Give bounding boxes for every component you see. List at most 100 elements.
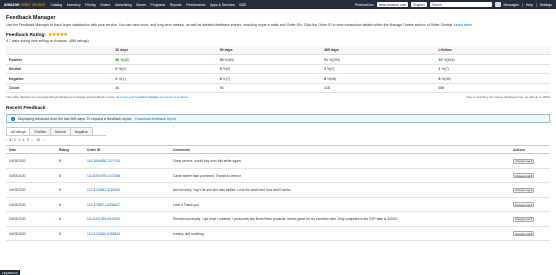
col-90-days: 90 days <box>216 46 322 56</box>
feedback-tab-button[interactable]: FEEDBACK <box>0 270 21 275</box>
rating-count: 40 <box>115 86 120 91</box>
rating-table-header: 30 days 90 days 365 days Lifetime <box>6 46 550 56</box>
rating-cell: 40 <box>112 83 217 94</box>
tab-negative[interactable]: Negative <box>69 127 93 136</box>
language-select[interactable]: English <box>411 2 427 7</box>
rating-cell: 94 %(644) <box>435 54 550 65</box>
actions-select[interactable]: Choose one ▾ <box>513 231 534 237</box>
menu-performance[interactable]: Performance <box>186 3 205 7</box>
rating-cell: 1 %(2) <box>321 64 436 75</box>
tab-all-ratings[interactable]: All ratings <box>6 127 31 136</box>
feedback-date: 04/03/2020 <box>6 226 56 242</box>
table-row: 04/03/2020 5 114-3954835-7377031 Great serv… <box>6 153 550 169</box>
order-id-link[interactable]: 112-3738071-8298407 <box>84 197 170 213</box>
page-link[interactable]: 5 <box>27 138 29 142</box>
tab-neutral[interactable]: Neutral <box>50 127 71 136</box>
menu-catalog[interactable]: Catalog <box>51 3 63 7</box>
actions-cell: Choose one ▾ <box>510 182 550 198</box>
feedback-rating: 5 <box>56 168 84 184</box>
rating-row: Count 40 90 318 686 <box>6 83 550 94</box>
rating-count: %(0) <box>117 67 126 72</box>
menu-advertising[interactable]: Advertising <box>115 3 132 7</box>
page-link[interactable]: 2 <box>14 138 16 142</box>
actions-select-label: Choose one <box>515 217 531 222</box>
feedback-rating: 5 <box>56 153 84 169</box>
main-menu: Catalog Inventory Pricing Orders Adverti… <box>51 3 246 7</box>
search-button[interactable] <box>494 2 501 7</box>
rating-count: %(30) <box>119 57 130 62</box>
feedback-comment: Great service. would buy from this selle… <box>170 153 510 169</box>
rating-cell: 93 %(83) <box>216 54 322 65</box>
download-report-link[interactable]: Download feedback report <box>135 117 176 121</box>
rating-count: %(35) <box>440 76 451 81</box>
page-description: Use the Feedback Manager to track buyer … <box>6 23 472 27</box>
info-text: Displaying feedback from the last 365 da… <box>18 116 133 121</box>
menu-b2b[interactable]: B2B <box>239 3 245 7</box>
page-link: ... <box>31 138 35 143</box>
chevron-down-icon: ▾ <box>530 173 532 178</box>
rating-cell: 686 <box>435 83 550 94</box>
actions-select-label: Choose one <box>515 173 531 178</box>
marketplace-select[interactable]: www.amazon.com <box>376 2 409 7</box>
order-id-link[interactable]: 114-3954835-7377031 <box>84 153 170 169</box>
actions-select[interactable]: Choose one ▾ <box>513 173 534 179</box>
rating-count: %(7) <box>440 67 449 72</box>
amazon-seller-central-logo[interactable]: amazon seller central <box>4 2 45 7</box>
actions-select[interactable]: Choose one ▾ <box>513 216 534 222</box>
link-messages[interactable]: Messages <box>504 3 519 7</box>
link-settings[interactable]: Settings <box>540 3 552 7</box>
feedback-date: 04/03/2020 <box>6 153 56 169</box>
account-name[interactable]: PharmaCrec <box>355 3 374 7</box>
menu-reports[interactable]: Reports <box>170 3 182 7</box>
nav-right: PharmaCrec www.amazon.com English Search… <box>354 2 552 7</box>
actions-select[interactable]: Choose one ▾ <box>513 202 534 208</box>
order-id-link[interactable]: 112-8130060-5385813 <box>84 226 170 242</box>
star-rating-icon: ★★★★★ <box>47 32 68 39</box>
order-id-link[interactable]: 112-8300739-4147456 <box>84 168 170 184</box>
rating-cell: 0 %(0) <box>112 64 217 75</box>
learn-more-link[interactable]: Learn more <box>454 23 472 27</box>
pagination: ‹ 1 2 3 4 5... 32 › <box>6 138 550 142</box>
recent-feedback-heading: Recent Feedback <box>6 106 46 112</box>
feedback-table-header: Date Rating Order ID Comments Actions <box>6 145 550 155</box>
menu-stores[interactable]: Stores <box>136 3 146 7</box>
search-input[interactable]: Search <box>429 2 492 7</box>
page-body: Feedback Manager Use the Feedback Manage… <box>0 15 556 242</box>
page-link[interactable]: 3 <box>18 138 20 142</box>
actions-select[interactable]: Choose one ▾ <box>513 158 534 164</box>
page-link[interactable]: 32 <box>37 138 41 142</box>
rating-cell: 98 %(30) <box>112 54 217 65</box>
rating-count: %(0) <box>221 67 231 72</box>
feedback-table: Date Rating Order ID Comments Actions 04… <box>6 145 550 242</box>
link-help[interactable]: Help <box>526 3 533 7</box>
table-row: 04/03/2020 5 112-3128081-3783400 Arrived ea… <box>6 182 550 198</box>
menu-pricing[interactable]: Pricing <box>85 3 95 7</box>
next-page-icon[interactable]: › <box>43 138 44 142</box>
rating-summary: 4.7 stars during time selling on Amazon.… <box>6 39 89 44</box>
order-id-link[interactable]: 112-3128081-3783400 <box>84 182 170 198</box>
feedback-rating: 5 <box>56 182 84 198</box>
rating-note: This table displays the corresponding fe… <box>6 95 116 100</box>
page-link[interactable]: 4 <box>23 138 25 142</box>
prev-page-icon[interactable]: ‹ <box>6 138 7 142</box>
info-icon: i <box>11 116 15 121</box>
page-link[interactable]: 1 <box>10 138 12 142</box>
menu-orders[interactable]: Orders <box>100 3 110 7</box>
rating-table: 30 days 90 days 365 days Lifetime Positi… <box>6 46 550 94</box>
col-365-days: 365 days <box>321 46 436 56</box>
buyer-view-link[interactable]: See how your feedback displays to buyers… <box>116 95 189 99</box>
menu-apps-services[interactable]: Apps & Services <box>210 3 235 7</box>
order-id-link[interactable]: 112-6441250-6449023 <box>84 211 170 227</box>
feedback-date: 04/03/2020 <box>6 182 56 198</box>
page-title: Feedback Manager <box>6 15 56 21</box>
rating-cell: 8 %(26) <box>321 73 436 84</box>
col-order-id: Order ID <box>84 145 170 155</box>
rating-cell: 1 %(7) <box>435 64 550 75</box>
rating-count: %(644) <box>442 57 455 62</box>
actions-select[interactable]: Choose one ▾ <box>513 187 534 193</box>
col-label <box>6 46 113 56</box>
menu-inventory[interactable]: Inventory <box>67 3 81 7</box>
menu-programs[interactable]: Programs <box>150 3 165 7</box>
rating-cell: 6 %(7) <box>216 73 322 84</box>
tab-positive[interactable]: Positive <box>29 127 52 136</box>
